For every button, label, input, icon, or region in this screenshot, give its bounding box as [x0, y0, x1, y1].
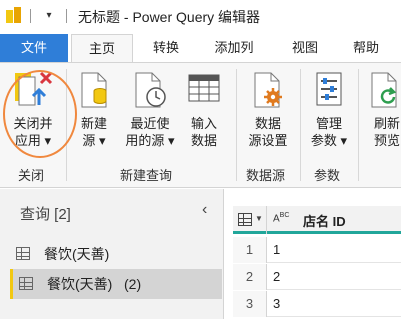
title-separator — [30, 9, 31, 23]
ribbon-tabs: 文件 主页 转换 添加列 视图 帮助 — [0, 34, 401, 63]
refresh-preview-button[interactable]: 刷新 预览 — [364, 67, 401, 149]
grid-header: ▼ ABC 店名 ID — [233, 206, 401, 234]
refresh-preview-icon — [368, 67, 401, 111]
table-row[interactable]: 1 1 — [233, 237, 401, 263]
table-icon — [238, 213, 252, 226]
table-icon — [19, 277, 33, 290]
recent-sources-icon — [132, 67, 168, 111]
title-separator — [66, 9, 67, 23]
tab-add-column[interactable]: 添加列 — [200, 34, 268, 62]
group-separator — [236, 69, 237, 181]
cell-value[interactable]: 1 — [273, 237, 280, 263]
enter-data-table-icon — [187, 67, 221, 111]
cell-value[interactable]: 2 — [273, 264, 280, 290]
data-source-settings-label-2: 源设置 — [248, 133, 288, 148]
data-source-settings-icon — [251, 67, 285, 111]
manage-parameters-button[interactable]: 管理 参数 ▾ — [306, 67, 352, 149]
query-item[interactable]: 餐饮(天善) — [10, 239, 222, 269]
window-title: 无标题 - Power Query 编辑器 — [78, 9, 261, 25]
recent-sources-label-1: 最近使 — [130, 116, 170, 131]
query-item-label: 餐饮(天善) (2) — [47, 276, 142, 292]
tab-transform[interactable]: 转换 — [138, 34, 194, 62]
recent-sources-button[interactable]: 最近使 用的源 ▾ — [122, 67, 178, 149]
tab-home[interactable]: 主页 — [71, 34, 133, 63]
table-row[interactable]: 2 2 — [233, 264, 401, 290]
group-separator — [300, 69, 301, 181]
manage-parameters-label-2: 参数 ▾ — [310, 133, 348, 148]
recent-sources-label-2: 用的源 ▾ — [125, 133, 175, 148]
query-item-label: 餐饮(天善) — [44, 246, 110, 262]
tab-view[interactable]: 视图 — [280, 34, 330, 62]
new-source-label-2: 源 ▾ — [82, 133, 106, 148]
table-row[interactable]: 3 3 — [233, 291, 401, 317]
chevron-down-icon: ▼ — [255, 214, 263, 223]
enter-data-label-2: 数据 — [190, 133, 217, 148]
tab-file[interactable]: 文件 — [0, 34, 68, 62]
collapse-pane-icon[interactable]: ‹ — [202, 201, 207, 219]
refresh-preview-label-2: 预览 — [374, 133, 401, 148]
refresh-preview-label-1: 刷新 — [374, 116, 401, 131]
manage-parameters-label-1: 管理 — [315, 116, 342, 131]
highlight-circle-annotation — [3, 70, 77, 158]
query-item-selected[interactable]: 餐饮(天善) (2) — [10, 269, 222, 299]
title-bar: ▾ 无标题 - Power Query 编辑器 — [0, 0, 401, 34]
quick-access-dropdown-icon[interactable]: ▾ — [42, 6, 56, 26]
row-number: 3 — [233, 291, 267, 317]
column-header-name[interactable]: 店名 ID — [303, 211, 346, 230]
group-label-parameters: 参数 — [314, 168, 341, 183]
manage-parameters-icon — [313, 67, 345, 111]
new-source-button[interactable]: 新建 源 ▾ — [72, 67, 116, 149]
data-source-settings-button[interactable]: 数据 源设置 — [242, 67, 294, 149]
enter-data-button[interactable]: 输入 数据 — [184, 67, 224, 149]
data-source-settings-label-1: 数据 — [254, 116, 281, 131]
data-grid: ▼ ABC 店名 ID 1 1 2 2 3 3 — [225, 189, 401, 319]
power-bi-logo-icon — [6, 7, 22, 23]
queries-pane: 查询 [2] ‹ 餐饮(天善) 餐饮(天善) (2) — [0, 189, 224, 319]
group-label-new-query: 新建查询 — [120, 168, 173, 183]
new-source-icon — [78, 67, 110, 111]
tab-help[interactable]: 帮助 — [340, 34, 392, 62]
column-type-icon[interactable]: ABC — [273, 212, 289, 224]
row-number: 2 — [233, 264, 267, 290]
new-source-label-1: 新建 — [80, 116, 107, 131]
table-menu-button[interactable]: ▼ — [233, 206, 267, 234]
row-number: 1 — [233, 237, 267, 263]
group-separator — [358, 69, 359, 181]
table-icon — [16, 247, 30, 260]
group-label-data-sources: 数据源 — [246, 168, 286, 183]
group-label-close: 关闭 — [18, 168, 45, 183]
queries-pane-title: 查询 [2] — [20, 206, 71, 223]
enter-data-label-1: 输入 — [190, 116, 217, 131]
cell-value[interactable]: 3 — [273, 291, 280, 317]
